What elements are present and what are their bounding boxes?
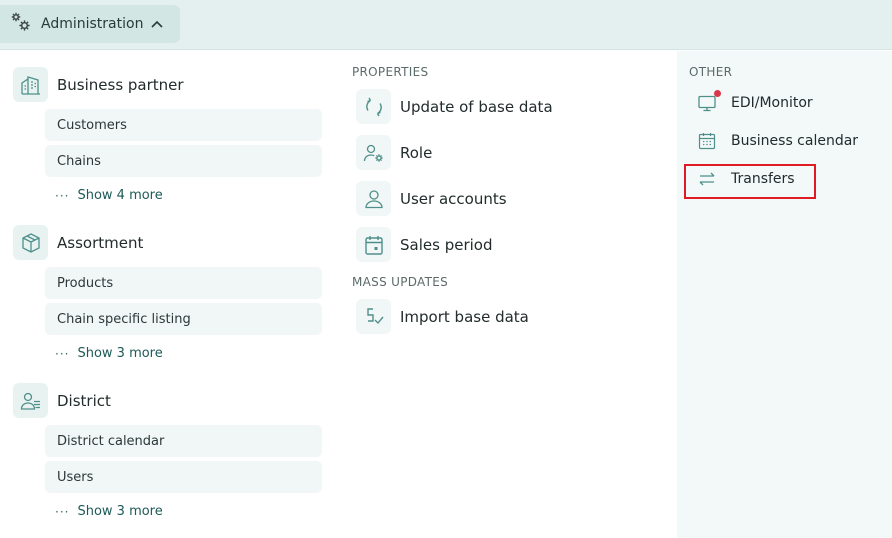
category-title: Business partner [57,75,184,94]
users-icon [13,383,48,418]
building-icon [13,67,48,102]
menu-item-edi-monitor[interactable]: EDI/Monitor [697,90,813,113]
menu-item-label: Sales period [400,235,493,254]
show-more-label: Show 4 more [77,188,163,203]
menu-item-products[interactable]: Products [45,267,322,299]
box-icon [13,225,48,260]
menu-item-user-accounts[interactable]: User accounts [356,181,507,216]
category-business-partner: Business partner [13,67,184,102]
menu-item-update-base-data[interactable]: Update of base data [356,89,553,124]
menu-item-import-base-data[interactable]: Import base data [356,299,529,334]
section-heading-properties: PROPERTIES [352,65,429,79]
menu-item-customers[interactable]: Customers [45,109,322,141]
ellipsis-icon: ··· [55,188,70,203]
notification-dot [714,90,721,97]
transfers-highlight-box [684,164,816,199]
menu-item-users[interactable]: Users [45,461,322,493]
menu-item-sales-period[interactable]: Sales period [356,227,492,262]
administration-dropdown-panel: Business partner Customers Chains ··· Sh… [0,51,892,538]
menu-item-chains[interactable]: Chains [45,145,322,177]
show-more-assortment[interactable]: ··· Show 3 more [55,346,163,361]
ellipsis-icon: ··· [55,346,70,361]
import-check-icon [356,299,391,334]
show-more-district[interactable]: ··· Show 3 more [55,504,163,519]
chevron-up-icon [151,20,164,28]
menu-item-label: Business calendar [731,133,859,149]
show-more-label: Show 3 more [77,346,163,361]
category-title: Assortment [57,233,144,252]
show-more-business-partner[interactable]: ··· Show 4 more [55,188,163,203]
top-bar: Administration [0,0,892,50]
administration-menu-button[interactable]: Administration [0,5,180,43]
menu-item-chain-specific-listing[interactable]: Chain specific listing [45,303,322,335]
menu-item-label: Update of base data [400,97,553,116]
menu-item-label: Import base data [400,307,529,326]
show-more-label: Show 3 more [77,504,163,519]
menu-item-district-calendar[interactable]: District calendar [45,425,322,457]
menu-item-label: EDI/Monitor [731,95,813,111]
category-assortment: Assortment [13,225,143,260]
menu-item-label: User accounts [400,189,507,208]
category-title: District [57,391,111,410]
section-heading-other: OTHER [689,65,733,79]
user-icon [356,181,391,216]
menu-item-business-calendar[interactable]: Business calendar [697,131,858,151]
section-heading-mass-updates: MASS UPDATES [352,275,449,289]
user-gear-icon [356,135,391,170]
refresh-icon [356,89,391,124]
monitor-icon [697,90,721,113]
menu-item-role[interactable]: Role [356,135,432,170]
gears-icon [10,11,32,37]
calendar-icon [356,227,391,262]
category-district: District [13,383,111,418]
ellipsis-icon: ··· [55,504,70,519]
administration-label: Administration [41,16,144,32]
calendar-grid-icon [697,131,717,151]
other-column [677,51,892,538]
menu-item-label: Role [400,143,433,162]
